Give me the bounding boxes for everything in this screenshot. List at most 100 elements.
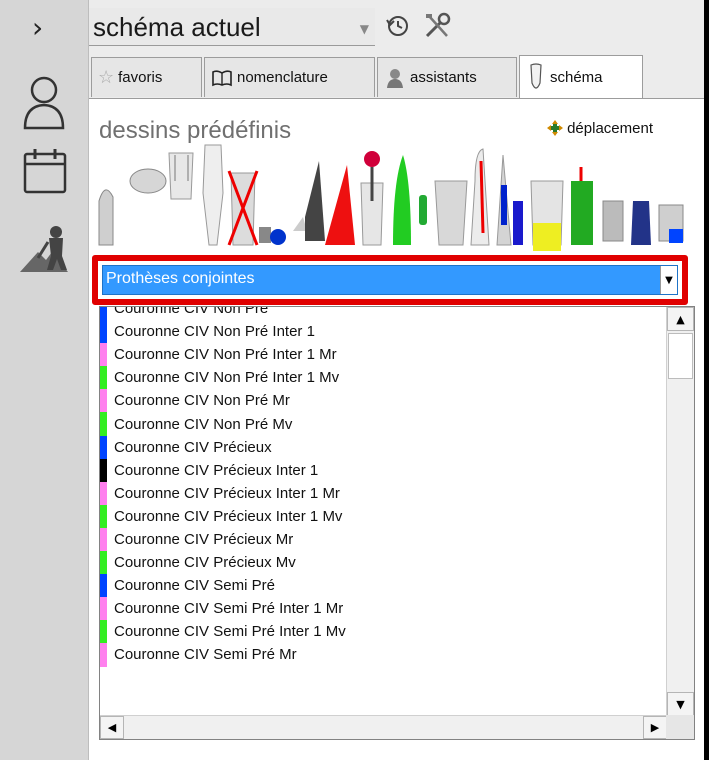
move-label: déplacement [567, 119, 653, 137]
list-item[interactable]: Couronne CIV Non Pré Inter 1 Mr [100, 343, 660, 367]
list-item-label: Couronne CIV Précieux Mv [114, 554, 296, 572]
tooth-drawing[interactable] [513, 201, 523, 245]
list-item-label: Couronne CIV Précieux Inter 1 [114, 461, 319, 479]
list-item-label: Couronne CIV Précieux Inter 1 Mr [114, 484, 340, 502]
scroll-thumb[interactable] [668, 333, 693, 379]
tab-label: schéma [550, 69, 603, 86]
panel-toolbar: schéma actuel ▼ [89, 8, 705, 48]
tooth-drawing[interactable] [98, 189, 114, 246]
list-item-label: Couronne CIV Non Pré Inter 1 [114, 323, 315, 341]
category-select-value: Prothèses conjointes [106, 270, 255, 287]
scroll-up-button[interactable]: ▲ [667, 307, 694, 331]
list-item-label: Couronne CIV Précieux Inter 1 Mv [114, 507, 343, 525]
book-icon [212, 69, 232, 86]
tooth-drawing[interactable] [168, 152, 194, 200]
predefined-drawings [98, 144, 684, 251]
tooth-drawing[interactable] [434, 180, 468, 246]
scroll-right-button[interactable]: ▶ [643, 716, 667, 739]
list-item[interactable]: Couronne CIV Précieux Inter 1 Mr [100, 481, 660, 505]
tooth-drawing[interactable] [602, 200, 624, 242]
list-item[interactable]: Couronne CIV Semi Pré [100, 574, 660, 598]
list-item[interactable]: Couronne CIV Semi Pré Mr [100, 643, 660, 667]
tools-icon[interactable] [423, 12, 453, 40]
scroll-left-button[interactable]: ◀ [100, 716, 124, 739]
tab-label: nomenclature [237, 69, 328, 86]
window-edge [704, 0, 709, 760]
tooth-drawing[interactable] [658, 204, 684, 243]
color-swatch [100, 551, 107, 575]
chevron-down-icon[interactable]: ▼ [660, 266, 677, 294]
tooth-drawing[interactable] [530, 180, 564, 251]
history-icon[interactable] [385, 12, 411, 38]
tab-nomenclature[interactable]: nomenclature [204, 57, 375, 97]
color-swatch [100, 307, 107, 321]
color-swatch [100, 412, 107, 436]
left-sidebar: › [0, 0, 88, 760]
calendar-icon[interactable] [22, 147, 68, 195]
list-item-label: Couronne CIV Semi Pré Inter 1 Mv [114, 623, 346, 641]
schema-content: dessins prédéfinis déplacement Prothèses… [89, 99, 705, 760]
tooth-drawing[interactable] [419, 195, 427, 225]
tooth-drawing[interactable] [202, 144, 224, 246]
color-swatch [100, 320, 107, 344]
horizontal-scrollbar[interactable]: ◀ ▶ [100, 715, 667, 739]
list-item-label: Couronne CIV Semi Pré [114, 577, 275, 595]
tab-strip: ☆ favoris nomenclature assistants schéma [89, 55, 705, 99]
list-item[interactable]: Couronne CIV Précieux Mv [100, 551, 660, 575]
color-swatch [100, 458, 107, 482]
tab-assistants[interactable]: assistants [377, 57, 517, 97]
list-item-label: Couronne CIV Non Pré Inter 1 Mr [114, 346, 337, 364]
color-swatch [100, 643, 107, 667]
list-item-label: Couronne CIV Précieux Mr [114, 530, 294, 548]
tooth-drawing[interactable] [129, 168, 167, 194]
list-item[interactable]: Couronne CIV Non Pré [100, 306, 660, 321]
tooth-drawing[interactable] [259, 227, 286, 245]
list-item[interactable]: Couronne CIV Non Pré Inter 1 Mv [100, 366, 660, 390]
user-icon[interactable] [22, 72, 66, 132]
tooth-drawing[interactable] [496, 154, 512, 246]
color-swatch [100, 389, 107, 413]
color-swatch [100, 481, 107, 505]
tab-schema[interactable]: schéma [519, 55, 643, 99]
tooth-drawing[interactable] [393, 155, 411, 245]
list-item[interactable]: Couronne CIV Non Pré Mr [100, 389, 660, 413]
list-item[interactable]: Couronne CIV Semi Pré Inter 1 Mv [100, 620, 660, 644]
list-item[interactable]: Couronne CIV Précieux Inter 1 [100, 458, 660, 482]
tab-label: assistants [410, 69, 477, 86]
list-item-label: Couronne CIV Semi Pré Mr [114, 646, 297, 664]
scroll-down-button[interactable]: ▼ [667, 692, 694, 716]
expand-chevron-icon[interactable]: › [32, 14, 43, 42]
color-swatch [100, 597, 107, 621]
tooth-drawing[interactable] [631, 201, 651, 245]
list-item[interactable]: Couronne CIV Semi Pré Inter 1 Mr [100, 597, 660, 621]
list-item-label: Couronne CIV Non Pré Mr [114, 392, 290, 410]
worker-icon[interactable] [18, 222, 74, 274]
list-item[interactable]: Couronne CIV Précieux Inter 1 Mv [100, 504, 660, 528]
move-button[interactable]: déplacement [546, 119, 653, 137]
tooth-drawing[interactable] [227, 170, 259, 246]
list-item-label: Couronne CIV Non Pré Mv [114, 415, 293, 433]
tooth-drawing[interactable] [325, 165, 355, 245]
acts-list[interactable]: Couronne CIV Non Pré Couronne CIV Non Pré… [99, 306, 695, 740]
tooth-drawing[interactable] [360, 151, 384, 246]
list-item[interactable]: Couronne CIV Non Pré Mv [100, 412, 660, 436]
view-select[interactable]: schéma actuel ▼ [89, 8, 375, 46]
tab-label: favoris [118, 69, 163, 86]
list-item[interactable]: Couronne CIV Non Pré Inter 1 [100, 320, 660, 344]
list-item-label: Couronne CIV Semi Pré Inter 1 Mr [114, 600, 344, 618]
tooth-drawing[interactable] [470, 148, 490, 246]
vertical-scrollbar[interactable]: ▲ ▼ [666, 307, 694, 716]
tooth-icon [530, 62, 542, 89]
tooth-drawing[interactable] [571, 167, 593, 245]
tooth-drawing[interactable] [293, 161, 325, 241]
list-item[interactable]: Couronne CIV Précieux Mr [100, 527, 660, 552]
category-select[interactable]: Prothèses conjointes ▼ [102, 265, 678, 295]
list-item-label: Couronne CIV Non Pré [114, 306, 269, 318]
move-arrows-icon [547, 120, 564, 136]
tab-favoris[interactable]: ☆ favoris [91, 57, 202, 97]
color-swatch [100, 574, 107, 598]
color-swatch [100, 366, 107, 390]
list-item[interactable]: Couronne CIV Précieux [100, 435, 660, 459]
schema-panel: schéma actuel ▼ ☆ favoris nomenclature a… [88, 0, 705, 760]
color-swatch [100, 620, 107, 644]
